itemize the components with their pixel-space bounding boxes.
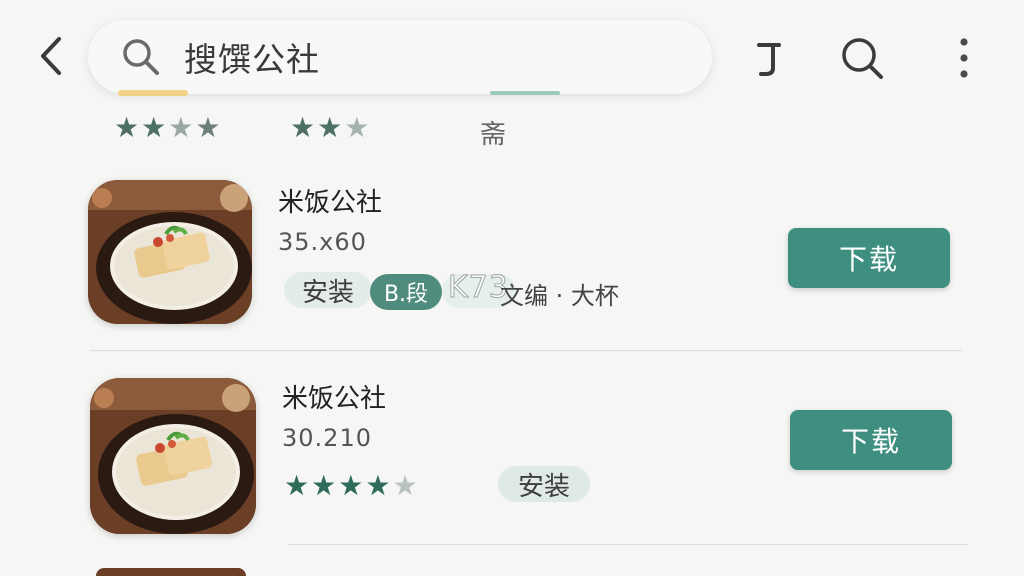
text-format-icon[interactable] — [744, 34, 792, 82]
category-badge-label: B.段 — [383, 282, 429, 307]
star-full-icon: ★ — [338, 469, 364, 502]
more-options-icon[interactable] — [940, 34, 988, 82]
star-half-icon: ★ — [344, 111, 370, 144]
back-button[interactable] — [32, 34, 72, 78]
top-bar: 搜馔公社 — [0, 0, 1024, 110]
download-button[interactable]: 下载 — [788, 228, 950, 288]
app-title: 米饭公社 — [278, 188, 383, 218]
download-label: 下载 — [838, 243, 899, 276]
divider — [90, 350, 962, 351]
star-full-icon: ★ — [317, 111, 343, 144]
app-list-item[interactable]: 米饭公社 30.210 ★ ★ ★ ★ ★ 安装 下载 — [88, 378, 968, 548]
tab-underline-active — [490, 91, 560, 95]
app-rating-stars: ★ ★ ★ ★ ★ — [284, 472, 420, 500]
app-info: 30.210 — [282, 424, 372, 452]
divider — [288, 544, 968, 545]
search-query: 搜馔公社 — [184, 40, 320, 79]
install-tag-label: 安装 — [301, 277, 354, 308]
download-button[interactable]: 下载 — [790, 410, 952, 470]
star-empty-icon: ★ — [392, 469, 418, 502]
back-arrow-icon — [41, 37, 61, 75]
star-half-icon: ★ — [168, 111, 194, 144]
star-full-icon: ★ — [114, 111, 140, 144]
app-info: 35.x60 — [278, 228, 367, 256]
rating-summary-row: ★ ★ ★ ★ ★ ★ ★ 斋 — [0, 108, 1024, 152]
install-tag-label: 安装 — [517, 471, 570, 502]
star-full-icon: ★ — [365, 469, 391, 502]
tab-label: 斋 — [480, 120, 507, 150]
app-meta: 文编 · 大杯 — [500, 282, 619, 310]
next-item-thumbnail-peek — [96, 568, 246, 576]
search-bar[interactable]: 搜馔公社 — [88, 20, 712, 94]
rating-stars-group-2: ★ ★ ★ — [290, 114, 371, 142]
rating-stars-group-1: ★ ★ ★ ★ — [114, 114, 222, 142]
app-title: 米饭公社 — [282, 384, 387, 414]
star-full-icon: ★ — [311, 469, 337, 502]
star-full-icon: ★ — [195, 111, 221, 144]
app-list-item[interactable]: 米饭公社 35.x60 安装 B.段 K73 文编 · 大杯 下载 — [88, 180, 968, 350]
category-badge: B.段 — [370, 274, 442, 310]
app-thumbnail — [90, 378, 256, 534]
install-tag[interactable]: 安装 — [284, 272, 372, 308]
app-thumbnail — [88, 180, 252, 324]
star-full-icon: ★ — [141, 111, 167, 144]
install-tag[interactable]: 安装 — [498, 466, 590, 502]
search-icon — [118, 34, 164, 80]
tab-underline-left — [118, 90, 188, 96]
star-full-icon: ★ — [290, 111, 316, 144]
search-icon[interactable] — [838, 34, 886, 82]
download-label: 下载 — [840, 425, 901, 458]
star-full-icon: ★ — [284, 469, 310, 502]
